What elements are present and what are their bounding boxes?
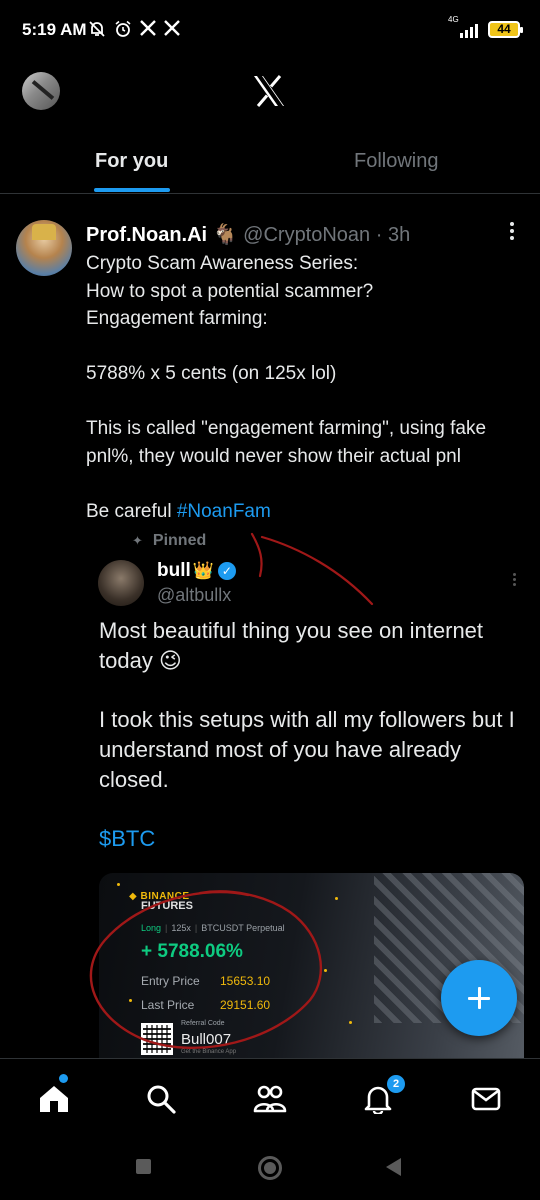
battery-icon: 44 <box>488 20 523 38</box>
home-new-posts-dot <box>59 1074 68 1083</box>
nav-search[interactable] <box>139 1077 183 1121</box>
referral-code: Bull007 <box>181 1031 232 1048</box>
post-author-name[interactable]: Prof.Noan.Ai <box>86 224 207 246</box>
post-line-last: Be careful #NoanFam <box>86 498 526 526</box>
profile-avatar[interactable] <box>22 72 60 110</box>
sparkle <box>324 969 327 972</box>
cashtag-link: $BTC <box>99 826 156 851</box>
x-icon <box>164 20 180 43</box>
post-more-icon[interactable] <box>506 220 518 244</box>
bell-off-icon <box>88 20 106 43</box>
recents-button[interactable] <box>136 1159 151 1174</box>
notification-count-badge: 2 <box>385 1073 407 1095</box>
nav-communities[interactable] <box>248 1077 292 1121</box>
goat-emoji: 🐐 <box>212 224 238 246</box>
hashtag-link[interactable]: #NoanFam <box>177 501 271 522</box>
sparkle <box>349 1021 352 1024</box>
compose-post-button[interactable] <box>441 960 517 1036</box>
position-side: Long <box>141 923 162 933</box>
nav-home[interactable] <box>32 1077 76 1121</box>
post-line: Engagement farming: <box>86 308 268 329</box>
futures-label: FUTURES <box>141 900 193 912</box>
communities-icon <box>253 1085 287 1113</box>
last-price-value: 29151.60 <box>220 998 271 1012</box>
verified-icon: ✓ <box>217 562 236 580</box>
pnl-value: + 5788.06% <box>141 941 243 962</box>
quoted-line: I took this setups with all my followers… <box>99 707 515 792</box>
quoted-line: Most beautiful thing you see on internet… <box>99 618 484 673</box>
status-bar: 5:19 AM 4G 44 <box>0 0 540 62</box>
post-line: 5788% x 5 cents (on 125x lol) <box>86 363 337 384</box>
active-tab-indicator <box>94 188 170 192</box>
status-notification-icons <box>88 20 180 43</box>
entry-price-value: 15653.10 <box>220 974 271 988</box>
post-line: How to spot a potential scammer? <box>86 280 374 302</box>
position-pair: BTCUSDT Perpetual <box>201 923 285 933</box>
pin-icon: ✦ <box>132 533 143 548</box>
timeline-tabs: For you Following <box>0 128 540 194</box>
sparkle <box>129 999 132 1002</box>
quoted-text: Most beautiful thing you see on internet… <box>99 616 529 854</box>
quoted-author-name: bull <box>157 560 191 581</box>
post-author-handle[interactable]: @CryptoNoan <box>243 224 370 246</box>
qr-code <box>141 1023 173 1055</box>
status-right: 4G 44 <box>448 15 523 38</box>
sparkle <box>117 883 120 886</box>
status-time: 5:19 AM <box>22 20 87 39</box>
home-button[interactable] <box>258 1156 282 1180</box>
bottom-nav <box>0 1058 540 1138</box>
back-button[interactable] <box>386 1158 401 1176</box>
post-text: Crypto Scam Awareness Series: How to spo… <box>86 250 526 525</box>
x-logo-icon[interactable] <box>252 75 286 107</box>
tab-following[interactable]: Following <box>354 150 438 173</box>
signal-icon: 4G <box>448 15 482 38</box>
post-header: Prof.Noan.Ai 🐐 @CryptoNoan · 3h <box>86 222 410 247</box>
last-price-label: Last Price <box>141 998 195 1012</box>
post-author-avatar[interactable] <box>16 220 72 276</box>
quoted-author-avatar <box>98 560 144 606</box>
position-leverage: 125x <box>171 923 191 933</box>
nav-messages[interactable] <box>464 1077 508 1121</box>
pinned-label: ✦ Pinned <box>132 532 207 549</box>
post-time[interactable]: 3h <box>388 224 410 246</box>
quoted-more-icon <box>510 572 518 590</box>
crown-emoji: 👑 <box>192 561 214 580</box>
quoted-author-handle: @altbullx <box>157 585 232 605</box>
home-icon <box>40 1086 68 1112</box>
messages-icon <box>471 1087 501 1111</box>
search-icon <box>147 1085 176 1114</box>
alarm-icon <box>114 20 132 43</box>
sparkle <box>335 897 338 900</box>
quoted-author: bull 👑 ✓ <box>157 560 236 582</box>
entry-price-label: Entry Price <box>141 974 200 988</box>
position-meta: Long | 125x | BTCUSDT Perpetual <box>141 923 285 933</box>
post-separator: · <box>375 224 383 246</box>
post-line: Be careful <box>86 500 177 522</box>
referral-label: Referral Code <box>181 1020 225 1027</box>
post-line: Crypto Scam Awareness Series: <box>86 253 359 274</box>
network-label: 4G <box>448 15 459 24</box>
post-line: This is called "engagement farming", usi… <box>86 418 487 467</box>
referral-subtext: Get the Binance App <box>181 1049 237 1055</box>
tab-for-you[interactable]: For you <box>95 150 168 173</box>
x-icon <box>140 20 156 43</box>
